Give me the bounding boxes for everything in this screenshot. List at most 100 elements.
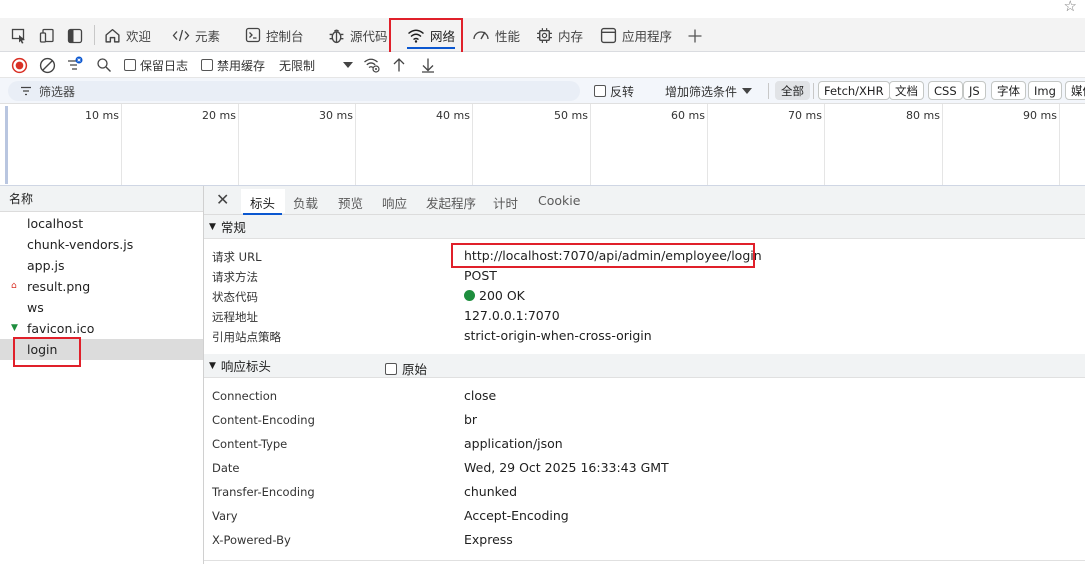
download-arrow-icon <box>422 58 434 73</box>
dock-side-icon[interactable] <box>66 27 84 45</box>
details-tab-bar: ✕ 标头 负载 预览 响应 发起程序 计时 Cookie <box>204 186 1085 215</box>
chip-icon <box>537 27 552 43</box>
request-row-login[interactable]: login <box>0 339 203 360</box>
type-filter-fetch-xhr[interactable]: Fetch/XHR <box>818 81 890 100</box>
code-icon <box>172 29 190 41</box>
app-window-icon <box>600 27 617 43</box>
request-row-chunk-vendors[interactable]: chunk-vendors.js <box>0 234 203 255</box>
invert-label: 反转 <box>610 84 635 99</box>
status-code-key: 状态代码 <box>212 290 258 304</box>
network-conditions-button[interactable] <box>363 56 381 74</box>
request-row-ws[interactable]: ws <box>0 297 203 318</box>
details-tab-initiator[interactable]: 发起程序 <box>426 193 476 212</box>
timeline-tick-label: 50 ms <box>554 109 588 122</box>
more-filters-label: 增加筛选条件 <box>665 84 738 99</box>
preserve-log-checkbox[interactable]: 保留日志 <box>124 56 188 74</box>
tab-memory[interactable]: 内存 <box>536 18 583 52</box>
type-filter-media[interactable]: 媒体 <box>1065 81 1085 100</box>
type-filter-css[interactable]: CSS <box>928 81 963 100</box>
header-date-key: Date <box>212 461 240 475</box>
invert-checkbox[interactable]: 反转 <box>594 82 634 100</box>
request-row-app-js[interactable]: app.js <box>0 255 203 276</box>
import-har-button[interactable] <box>391 56 407 74</box>
tab-console[interactable]: 控制台 <box>245 18 304 52</box>
filter-toggle-button[interactable] <box>66 56 84 74</box>
search-icon <box>97 58 111 72</box>
details-tab-payload[interactable]: 负载 <box>293 193 318 212</box>
request-name: localhost <box>27 216 84 231</box>
raw-checkbox[interactable]: 原始 <box>385 359 427 378</box>
response-headers-section-header[interactable]: ▼ 响应标头 原始 <box>204 354 1085 378</box>
export-har-button[interactable] <box>420 56 436 74</box>
filter-bar: 筛选器 反转 增加筛选条件 全部 Fetch/XHR 文档 CSS JS 字体 … <box>0 78 1085 104</box>
request-name: app.js <box>27 258 65 273</box>
header-vary-value: Accept-Encoding <box>464 508 569 523</box>
general-section-title: 常规 <box>220 220 246 235</box>
raw-box[interactable] <box>385 362 397 375</box>
details-tab-response[interactable]: 响应 <box>382 193 407 212</box>
device-emulation-icon[interactable] <box>38 27 56 45</box>
request-row-result-png[interactable]: ⌂ result.png <box>0 276 203 297</box>
timeline-gridline <box>1059 104 1060 185</box>
throttling-dropdown-arrow[interactable] <box>342 56 354 74</box>
request-list-header[interactable]: 名称 <box>0 186 203 212</box>
tab-performance-label: 性能 <box>495 28 521 44</box>
details-tab-headers[interactable]: 标头 <box>242 193 283 215</box>
expand-triangle-icon: ▼ <box>209 221 216 232</box>
filter-icon <box>68 56 83 70</box>
close-details-icon[interactable]: ✕ <box>216 190 229 209</box>
throttling-value: 无限制 <box>279 58 316 73</box>
home-icon <box>105 28 120 43</box>
timeline-gridline <box>355 104 356 185</box>
preserve-log-box[interactable] <box>124 59 136 71</box>
invert-box[interactable] <box>594 85 606 97</box>
network-conditions-icon <box>364 58 380 73</box>
terminal-icon <box>245 27 261 43</box>
request-row-favicon[interactable]: ▼ favicon.ico <box>0 318 203 339</box>
caret-down-icon <box>343 62 353 68</box>
timeline-tick-label: 90 ms <box>1023 109 1057 122</box>
search-button[interactable] <box>96 56 112 74</box>
inspect-element-icon[interactable] <box>10 27 28 45</box>
tab-welcome[interactable]: 欢迎 <box>104 18 151 52</box>
disable-cache-checkbox[interactable]: 禁用缓存 <box>201 56 265 74</box>
response-headers-title: 响应标头 <box>220 359 271 374</box>
general-section-header[interactable]: ▼ 常规 <box>204 215 1085 239</box>
remote-address-key: 远程地址 <box>212 310 258 324</box>
favicon-type-icon: ▼ <box>11 323 18 333</box>
header-content-encoding-key: Content-Encoding <box>212 413 315 427</box>
record-button[interactable] <box>11 56 28 74</box>
type-filter-js[interactable]: JS <box>963 81 986 100</box>
request-row-localhost[interactable]: localhost <box>0 213 203 234</box>
filter-input[interactable]: 筛选器 <box>8 81 580 101</box>
type-filter-doc[interactable]: 文档 <box>889 81 924 100</box>
tab-performance[interactable]: 性能 <box>472 18 520 52</box>
tab-elements[interactable]: 元素 <box>172 18 220 52</box>
expand-triangle-icon: ▼ <box>209 360 216 371</box>
devtools-tab-bar: 欢迎 元素 控制台 源代码 网络 性能 内存 应用程序 <box>0 18 1085 52</box>
timeline-tick-label: 10 ms <box>85 109 119 122</box>
details-tab-timing[interactable]: 计时 <box>493 193 518 212</box>
timeline-overview[interactable]: 10 ms 20 ms 30 ms 40 ms 50 ms 60 ms 70 m… <box>0 104 1085 186</box>
more-tools-plus-icon[interactable] <box>686 27 704 45</box>
clear-button[interactable] <box>39 56 56 74</box>
tab-sources[interactable]: 源代码 <box>328 18 388 52</box>
timeline-tick-label: 30 ms <box>319 109 353 122</box>
timeline-gridline <box>824 104 825 185</box>
disable-cache-box[interactable] <box>201 59 213 71</box>
more-filters-dropdown[interactable]: 增加筛选条件 <box>665 82 753 100</box>
tab-network[interactable]: 网络 <box>407 18 456 52</box>
network-toolbar: 保留日志 禁用缓存 无限制 <box>0 52 1085 78</box>
referrer-policy-value: strict-origin-when-cross-origin <box>464 328 652 343</box>
tab-application-label: 应用程序 <box>622 28 673 44</box>
type-filter-img[interactable]: Img <box>1028 81 1062 100</box>
details-tab-preview[interactable]: 预览 <box>338 193 363 212</box>
timeline-tick-label: 40 ms <box>436 109 470 122</box>
status-code-value: 200 OK <box>464 288 525 303</box>
type-filter-all[interactable]: 全部 <box>775 81 810 100</box>
details-tab-cookies[interactable]: Cookie <box>538 193 580 208</box>
favorite-star-icon[interactable]: ☆ <box>1064 0 1077 15</box>
throttling-select[interactable]: 无限制 <box>279 56 315 74</box>
type-filter-font[interactable]: 字体 <box>991 81 1026 100</box>
tab-application[interactable]: 应用程序 <box>600 18 672 52</box>
